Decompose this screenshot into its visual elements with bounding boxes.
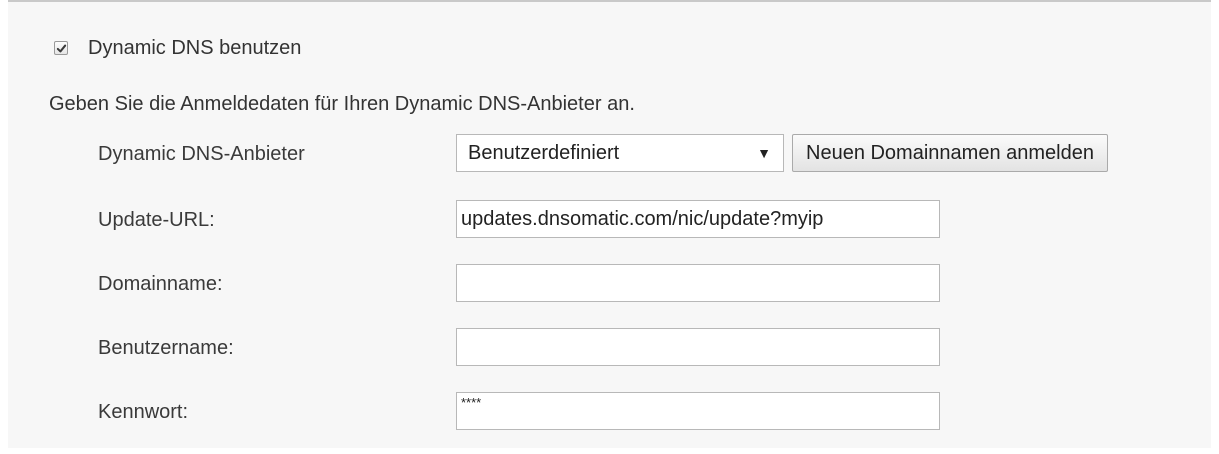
domain-label: Domainname: bbox=[98, 273, 223, 295]
username-input[interactable] bbox=[456, 328, 940, 366]
update-url-row: Update-URL: updates.dnsomatic.com/nic/up… bbox=[8, 200, 1211, 240]
domain-row: Domainname: bbox=[8, 264, 1211, 304]
enable-dynamic-dns-row: Dynamic DNS benutzen bbox=[54, 34, 301, 62]
username-label: Benutzername: bbox=[98, 337, 234, 359]
register-domain-button[interactable]: Neuen Domainnamen anmelden bbox=[792, 134, 1108, 172]
password-label: Kennwort: bbox=[98, 401, 189, 423]
provider-select[interactable]: Benutzerdefiniert ▼ bbox=[456, 134, 784, 172]
enable-dynamic-dns-label[interactable]: Dynamic DNS benutzen bbox=[88, 34, 301, 62]
update-url-input[interactable]: updates.dnsomatic.com/nic/update?myip bbox=[456, 200, 940, 238]
provider-row: Dynamic DNS-Anbieter Benutzerdefiniert ▼… bbox=[8, 134, 1211, 174]
enable-dynamic-dns-checkbox[interactable] bbox=[54, 41, 68, 55]
checkmark-icon bbox=[56, 44, 66, 52]
password-input[interactable]: **** bbox=[456, 392, 940, 430]
provider-select-value: Benutzerdefiniert bbox=[468, 141, 620, 164]
domain-input[interactable] bbox=[456, 264, 940, 302]
password-row: Kennwort: **** bbox=[8, 392, 1211, 432]
intro-text: Geben Sie die Anmeldedaten für Ihren Dyn… bbox=[49, 93, 635, 115]
update-url-label: Update-URL: bbox=[98, 209, 215, 231]
dropdown-arrow-icon: ▼ bbox=[757, 145, 771, 161]
provider-label: Dynamic DNS-Anbieter bbox=[98, 143, 305, 165]
dynamic-dns-panel: Dynamic DNS benutzen Geben Sie die Anmel… bbox=[8, 0, 1211, 448]
username-row: Benutzername: bbox=[8, 328, 1211, 368]
